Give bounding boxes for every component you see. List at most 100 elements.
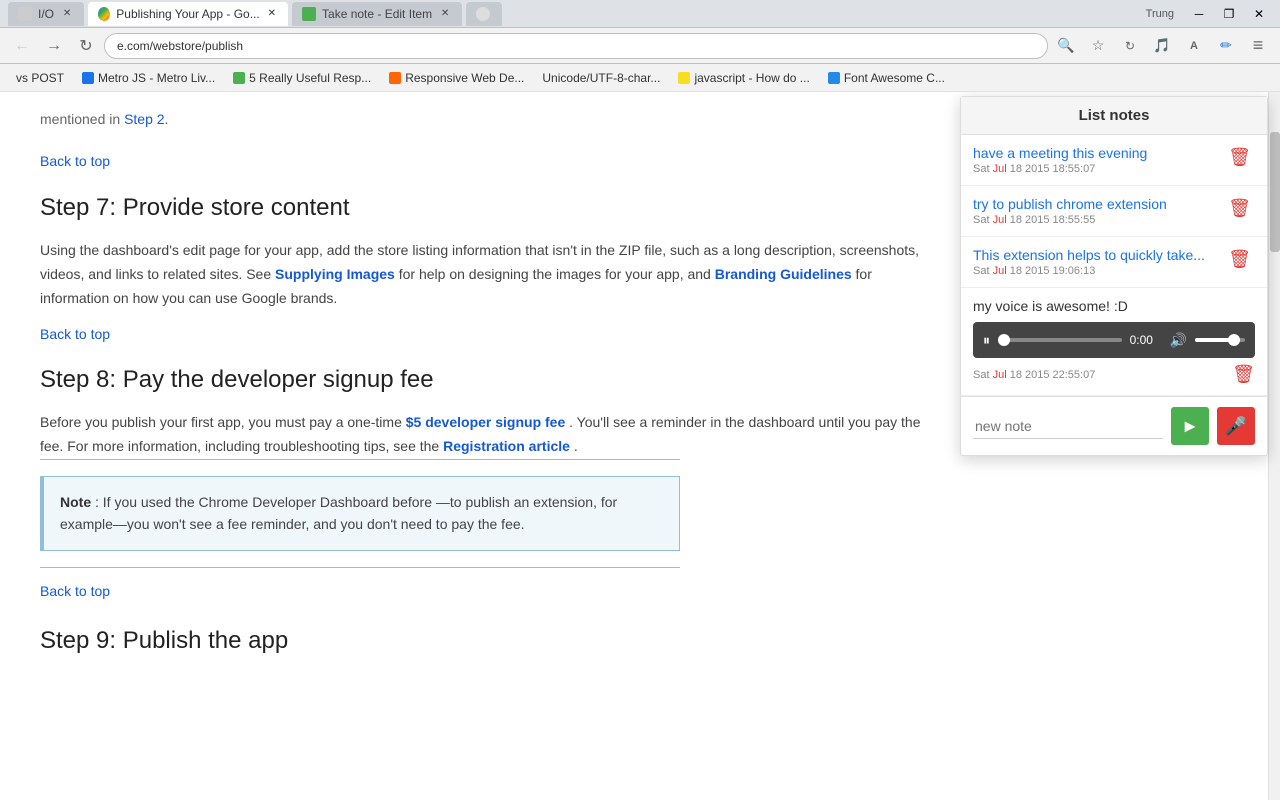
tab-close-publishing[interactable]: ✕ — [266, 7, 278, 21]
note3-content: This extension helps to quickly take... … — [973, 247, 1216, 277]
restore-button[interactable]: ❐ — [1216, 4, 1242, 24]
pen-icon[interactable]: ✏ — [1212, 32, 1240, 60]
note2-title: try to publish chrome extension — [973, 196, 1216, 212]
audio-note-title: my voice is awesome! :D — [973, 298, 1255, 314]
tab-favicon-empty — [476, 7, 490, 21]
menu-icon[interactable]: ≡ — [1244, 32, 1272, 60]
step7-heading: Step 7: Provide store content — [40, 189, 940, 227]
toolbar-icons: 🔍 ☆ ↻ 🎵 A ✏ ≡ — [1052, 32, 1272, 60]
step2-link[interactable]: Step 2. — [124, 111, 168, 127]
supplying-images-link[interactable]: Supplying Images — [275, 266, 395, 282]
note2-delete-icon[interactable]: 🗑 — [1224, 196, 1255, 221]
back-to-top-1[interactable]: Back to top — [40, 150, 940, 172]
bookmark-responsive-label: Responsive Web De... — [405, 71, 524, 85]
note-divider-top — [40, 459, 680, 460]
tab-publishing[interactable]: Publishing Your App - Go... ✕ — [88, 2, 288, 26]
tab-favicon-publishing — [98, 7, 110, 21]
minimize-button[interactable]: ─ — [1186, 4, 1212, 24]
bookmark-responsive[interactable]: Responsive Web De... — [381, 67, 532, 89]
bookmark-5really-favicon — [233, 72, 245, 84]
note-item-3[interactable]: This extension helps to quickly take... … — [961, 237, 1267, 288]
scrollbar[interactable] — [1268, 92, 1280, 800]
bookmark-vspost-label: vs POST — [16, 71, 64, 85]
note2-content: try to publish chrome extension Sat Jul … — [973, 196, 1216, 226]
new-note-area: ► 🎤 — [961, 396, 1267, 455]
address-text: e.com/webstore/publish — [117, 39, 243, 53]
bookmark-5really-label: 5 Really Useful Resp... — [249, 71, 371, 85]
scrollbar-thumb[interactable] — [1270, 132, 1280, 252]
tab-label-publishing: Publishing Your App - Go... — [116, 7, 259, 21]
back-to-top-3[interactable]: Back to top — [40, 580, 940, 602]
tab-close-takenote[interactable]: ✕ — [438, 7, 452, 21]
star-icon[interactable]: ☆ — [1084, 32, 1112, 60]
tab-empty[interactable] — [466, 2, 502, 26]
note1-content: have a meeting this evening Sat Jul 18 2… — [973, 145, 1216, 175]
tab-label-io: I/O — [38, 7, 54, 21]
bookmark-5really[interactable]: 5 Really Useful Resp... — [225, 67, 379, 89]
step8-heading: Step 8: Pay the developer signup fee — [40, 361, 940, 399]
progress-thumb[interactable] — [998, 334, 1010, 346]
main-area: mentioned in Step 2. Back to top Step 7:… — [0, 92, 1280, 800]
new-note-input[interactable] — [973, 414, 1163, 439]
note1-title: have a meeting this evening — [973, 145, 1216, 161]
volume-thumb[interactable] — [1228, 334, 1240, 346]
tab-io[interactable]: I/O ✕ — [8, 2, 84, 26]
branding-guidelines-link[interactable]: Branding Guidelines — [715, 266, 852, 282]
audio-note-date: Sat Jul 18 2015 22:55:07 🗑 — [973, 364, 1255, 385]
step7-body: Using the dashboard's edit page for your… — [40, 239, 940, 310]
note1-delete-icon[interactable]: 🗑 — [1224, 145, 1255, 170]
note-divider-bottom — [40, 567, 680, 568]
address-bar[interactable]: e.com/webstore/publish — [104, 33, 1048, 59]
bookmark-vspost[interactable]: vs POST — [8, 67, 72, 89]
translate-icon[interactable]: A — [1180, 32, 1208, 60]
note-label: Note — [60, 494, 91, 510]
title-bar: I/O ✕ Publishing Your App - Go... ✕ Take… — [0, 0, 1280, 28]
bookmark-js-favicon — [678, 72, 690, 84]
step9-heading: Step 9: Publish the app — [40, 622, 940, 660]
search-icon[interactable]: 🔍 — [1052, 32, 1080, 60]
note3-title: This extension helps to quickly take... — [973, 247, 1216, 263]
audio-player: ⏸ 0:00 🔊 — [973, 322, 1255, 358]
send-note-button[interactable]: ► — [1171, 407, 1209, 445]
toolbar: ← → ↻ e.com/webstore/publish 🔍 ☆ ↻ 🎵 A ✏… — [0, 28, 1280, 64]
volume-fill — [1195, 338, 1230, 342]
volume-bar[interactable] — [1195, 338, 1245, 342]
note3-delete-icon[interactable]: 🗑 — [1224, 247, 1255, 272]
refresh-icon[interactable]: ↻ — [1116, 32, 1144, 60]
note3-date: Sat Jul 18 2015 19:06:13 — [973, 265, 1216, 277]
bookmark-javascript[interactable]: javascript - How do ... — [670, 67, 817, 89]
tab-favicon-takenote — [302, 7, 316, 21]
mic-note-button[interactable]: 🎤 — [1217, 407, 1255, 445]
bookmark-unicode[interactable]: Unicode/UTF-8-char... — [534, 67, 668, 89]
close-button[interactable]: ✕ — [1246, 4, 1272, 24]
note-item-2[interactable]: try to publish chrome extension Sat Jul … — [961, 186, 1267, 237]
audio-note-delete-icon[interactable]: 🗑 — [1232, 364, 1255, 385]
audio-icon[interactable]: 🎵 — [1148, 32, 1176, 60]
bookmark-metrojs[interactable]: Metro JS - Metro Liv... — [74, 67, 223, 89]
bookmark-fontawesome[interactable]: Font Awesome C... — [820, 67, 953, 89]
bookmark-fontawesome-label: Font Awesome C... — [844, 71, 945, 85]
step8-body: Before you publish your first app, you m… — [40, 411, 940, 459]
volume-icon[interactable]: 🔊 — [1170, 332, 1187, 349]
back-button[interactable]: ← — [8, 32, 36, 60]
tab-close-io[interactable]: ✕ — [60, 7, 74, 21]
panel-notes-list: have a meeting this evening Sat Jul 18 2… — [961, 135, 1267, 396]
registration-link[interactable]: Registration article — [443, 438, 570, 454]
note-item-1[interactable]: have a meeting this evening Sat Jul 18 2… — [961, 135, 1267, 186]
tab-favicon-io — [18, 7, 32, 21]
pause-button[interactable]: ⏸ — [983, 332, 990, 349]
note-body-text: : If you used the Chrome Developer Dashb… — [60, 494, 617, 532]
note-box: Note : If you used the Chrome Developer … — [40, 476, 680, 551]
time-display: 0:00 — [1130, 333, 1162, 347]
back-to-top-2[interactable]: Back to top — [40, 323, 940, 345]
progress-bar[interactable] — [998, 338, 1122, 342]
refresh-button[interactable]: ↻ — [72, 32, 100, 60]
forward-button[interactable]: → — [40, 32, 68, 60]
step-intro: mentioned in Step 2. — [40, 92, 940, 138]
bookmark-fa-favicon — [828, 72, 840, 84]
tab-takenote[interactable]: Take note - Edit Item ✕ — [292, 2, 462, 26]
signup-fee-link[interactable]: $5 developer signup fee — [406, 414, 566, 430]
panel-overlay: List notes have a meeting this evening S… — [960, 96, 1268, 456]
bookmark-responsive-favicon — [389, 72, 401, 84]
note1-date: Sat Jul 18 2015 18:55:07 — [973, 163, 1216, 175]
